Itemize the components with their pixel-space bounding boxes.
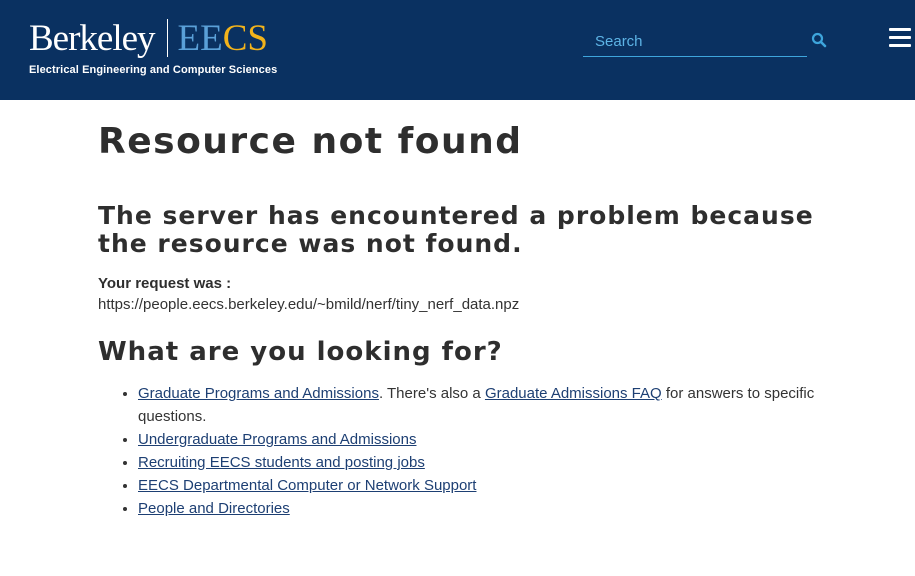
list-item: Undergraduate Programs and Admissions bbox=[138, 428, 818, 451]
logo-divider bbox=[166, 19, 168, 57]
page-title: Resource not found bbox=[98, 121, 523, 162]
hamburger-icon-bar bbox=[889, 28, 911, 31]
help-links-list: Graduate Programs and Admissions. There'… bbox=[98, 382, 818, 520]
list-item: People and Directories bbox=[138, 497, 818, 520]
berkeley-eecs-logo[interactable]: Berkeley EECS Electrical Engineering and… bbox=[29, 16, 277, 76]
main-content: Resource not found The server has encoun… bbox=[98, 100, 818, 520]
request-url: https://people.eecs.berkeley.edu/~bmild/… bbox=[98, 295, 520, 313]
problem-heading: The server has encountered a problem bec… bbox=[98, 200, 814, 258]
logo-eecs-text: EECS bbox=[177, 17, 269, 59]
menu-button[interactable] bbox=[889, 28, 911, 48]
undergraduate-programs-link[interactable]: Undergraduate Programs and Admissions bbox=[138, 431, 416, 448]
list-item: Graduate Programs and Admissions. There'… bbox=[138, 382, 818, 428]
list-item: EECS Departmental Computer or Network Su… bbox=[138, 474, 818, 497]
computer-support-link[interactable]: EECS Departmental Computer or Network Su… bbox=[138, 477, 476, 494]
looking-heading: What are you looking for? bbox=[98, 336, 503, 367]
list-item: Recruiting EECS students and posting job… bbox=[138, 451, 818, 474]
search-input[interactable] bbox=[583, 28, 807, 54]
graduate-programs-link[interactable]: Graduate Programs and Admissions bbox=[138, 385, 379, 402]
people-directories-link[interactable]: People and Directories bbox=[138, 500, 290, 517]
hamburger-icon-bar bbox=[889, 36, 911, 39]
logo-subtitle: Electrical Engineering and Computer Scie… bbox=[29, 64, 278, 76]
graduate-faq-link[interactable]: Graduate Admissions FAQ bbox=[485, 385, 662, 402]
logo-berkeley-text: Berkeley bbox=[29, 17, 156, 59]
request-label: Your request was : bbox=[98, 274, 232, 292]
search-icon bbox=[811, 32, 827, 48]
list-item-text: . There's also a bbox=[378, 384, 485, 402]
site-header: Berkeley EECS Electrical Engineering and… bbox=[0, 0, 915, 100]
hamburger-icon-bar bbox=[889, 44, 911, 47]
recruiting-link[interactable]: Recruiting EECS students and posting job… bbox=[138, 454, 425, 471]
search-box bbox=[583, 28, 807, 57]
search-button[interactable] bbox=[811, 32, 827, 48]
